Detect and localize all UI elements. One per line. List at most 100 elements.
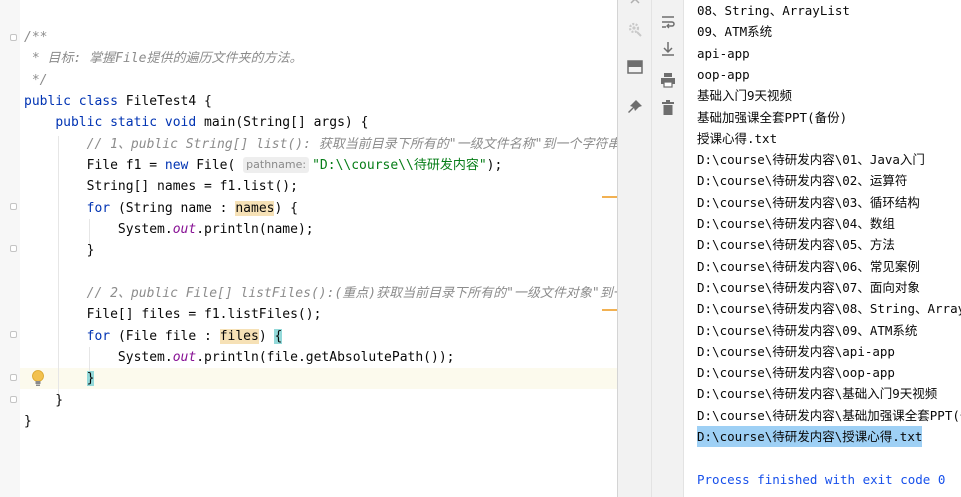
editor-gutter[interactable] — [0, 0, 20, 497]
code-line: */ — [24, 70, 48, 91]
code-line: // 2、public File[] listFiles():(重点)获取当前目… — [24, 283, 617, 304]
run-console-output[interactable]: 08、String、ArrayList 09、ATM系统 api-app oop-ap… — [684, 0, 961, 497]
code-token: main(String[] args) { — [204, 115, 369, 131]
code-line: public class FileTest4 { — [24, 91, 212, 112]
matched-brace: { — [274, 328, 283, 344]
static-field-token: out — [172, 221, 197, 237]
code-token: } — [24, 413, 32, 429]
fold-marker-for-1-end[interactable] — [10, 245, 17, 252]
console-output-line: D:\course\待研发内容\08、String、ArrayList — [697, 301, 961, 317]
warning-stripe-marker[interactable] — [602, 196, 617, 198]
code-line: System.out.println(file.getAbsolutePath(… — [24, 347, 455, 368]
console-output-line: D:\course\待研发内容\api-app — [697, 343, 895, 359]
code-token: .println(file.getAbsolutePath()); — [196, 349, 455, 365]
code-token: } — [24, 392, 64, 408]
scroll-to-end-icon[interactable] — [657, 38, 679, 60]
code-line: System.out.println(name); — [24, 219, 314, 240]
console-output-line: D:\course\待研发内容\授课心得.txt — [697, 426, 923, 447]
code-line: } — [24, 411, 32, 432]
keyword-token: new — [164, 157, 197, 173]
code-token: File f1 = — [24, 157, 165, 173]
console-output-line: 基础加强课全套PPT(备份) — [697, 109, 848, 125]
code-line: /** — [24, 27, 47, 48]
static-field-token: out — [172, 349, 197, 365]
code-line: public static void main(String[] args) { — [24, 112, 368, 133]
comment-token: // 1、public String[] list(): 获取当前目录下所有的"… — [86, 136, 617, 152]
code-token: } — [24, 243, 95, 259]
console-toolbar — [652, 0, 684, 497]
code-token: System. — [24, 221, 173, 237]
code-token: ) { — [274, 200, 298, 216]
comment-token: // 2、public File[] listFiles():(重点)获取当前目… — [86, 285, 617, 301]
fold-marker-javadoc[interactable] — [10, 34, 17, 41]
code-line: } — [24, 240, 95, 261]
code-token: String[] names = f1.list(); — [24, 179, 298, 195]
settings-icon[interactable] — [624, 18, 646, 40]
code-line: String[] names = f1.list(); — [24, 176, 298, 197]
warning-stripe-marker[interactable] — [602, 309, 617, 311]
scroll-up-icon[interactable] — [624, 0, 646, 12]
console-output-line: D:\course\待研发内容\04、数组 — [697, 216, 895, 231]
parameter-hint: pathname: — [243, 156, 310, 173]
print-icon[interactable] — [657, 69, 679, 91]
comment-token: * 目标: 掌握File提供的遍历文件夹的方法。 — [24, 51, 303, 67]
code-line: * 目标: 掌握File提供的遍历文件夹的方法。 — [24, 48, 303, 69]
run-toolbar — [618, 0, 652, 497]
code-line: File[] files = f1.listFiles(); — [24, 304, 322, 325]
console-output-line: D:\course\待研发内容\03、循环结构 — [697, 194, 920, 210]
console-output-line: D:\course\待研发内容\09、ATM系统 — [697, 322, 918, 338]
usage-highlight: names — [235, 200, 275, 216]
usage-highlight: files — [219, 328, 259, 344]
console-output-line: 基础入门9天视频 — [697, 88, 793, 104]
lightbulb-icon[interactable] — [30, 368, 46, 389]
console-output-line: D:\course\待研发内容\基础加强课全套PPT(备份) — [697, 407, 961, 423]
console-output-line: oop-app — [697, 66, 750, 82]
fold-marker-for-1[interactable] — [10, 203, 17, 210]
console-output-line: D:\course\待研发内容\01、Java入门 — [697, 152, 925, 168]
code-token: (File file : — [117, 328, 220, 344]
code-token: ); — [486, 157, 503, 173]
code-line: File f1 = new File( pathname: "D:\\course… — [24, 155, 502, 176]
code-token: File[] files = f1.listFiles(); — [24, 307, 322, 323]
console-output-line: D:\course\待研发内容\07、面向对象 — [697, 279, 920, 295]
layout-icon[interactable] — [624, 56, 646, 78]
code-line: for (String name : names) { — [24, 198, 298, 219]
console-output-line: 09、ATM系统 — [697, 24, 773, 40]
comment-token: */ — [24, 72, 48, 88]
pin-icon[interactable] — [624, 96, 646, 118]
console-output-line: api-app — [697, 45, 750, 61]
fold-marker-for-2[interactable] — [10, 331, 17, 338]
keyword-token: public class — [24, 93, 126, 109]
keyword-token: public static void — [55, 115, 205, 131]
console-output-line: 授课心得.txt — [697, 130, 778, 146]
code-token: ) — [258, 328, 275, 344]
code-token: File( — [196, 157, 244, 173]
matched-brace: } — [86, 371, 95, 387]
trash-icon[interactable] — [657, 97, 679, 119]
console-output-line: D:\course\待研发内容\基础入门9天视频 — [697, 386, 938, 402]
console-output-line: D:\course\待研发内容\05、方法 — [697, 237, 895, 253]
code-line: for (File file : files) { — [24, 326, 283, 347]
fold-marker-for-2-end[interactable] — [10, 374, 17, 381]
code-token: (String name : — [117, 200, 236, 216]
code-line: } — [24, 390, 63, 411]
keyword-token: for — [86, 200, 118, 216]
console-output-line: D:\course\待研发内容\oop-app — [697, 365, 895, 381]
code-token: FileTest4 { — [125, 93, 212, 109]
console-output-line: D:\course\待研发内容\02、运算符 — [697, 173, 908, 189]
fold-marker-main-end[interactable] — [10, 396, 17, 403]
code-line: // 1、public String[] list(): 获取当前目录下所有的"… — [24, 134, 617, 155]
console-output-line: D:\course\待研发内容\06、常见案例 — [697, 258, 920, 274]
keyword-token: for — [86, 328, 118, 344]
console-output-line: 08、String、ArrayList — [697, 3, 850, 18]
soft-wrap-icon[interactable] — [657, 11, 679, 33]
code-editor[interactable]: /** * 目标: 掌握File提供的遍历文件夹的方法。 */ public cl… — [0, 0, 617, 497]
string-literal: "D:\\course\\待研发内容" — [312, 157, 487, 173]
caret-line-highlight — [20, 368, 617, 389]
comment-token: /** — [24, 30, 48, 45]
